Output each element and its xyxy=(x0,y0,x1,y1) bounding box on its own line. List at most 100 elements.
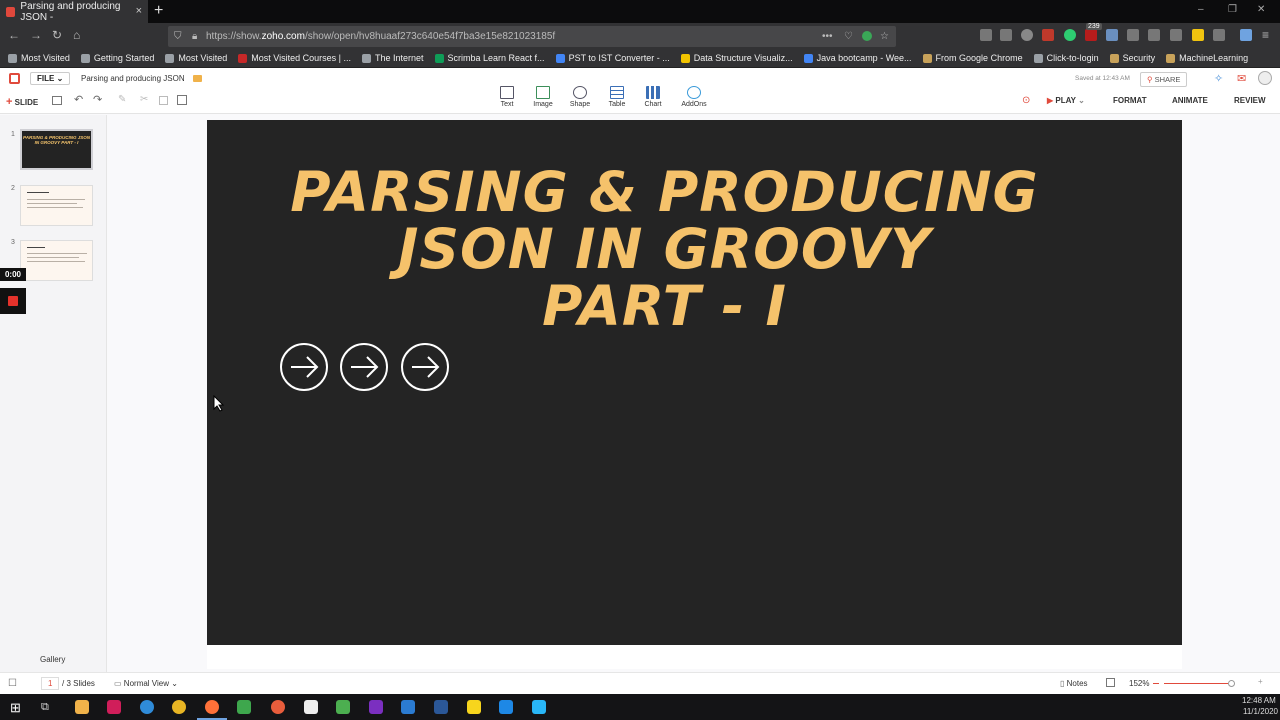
new-tab-button[interactable]: + xyxy=(154,2,163,20)
edge-icon[interactable] xyxy=(140,700,154,714)
back-icon[interactable]: ← xyxy=(8,28,20,42)
close-window-button[interactable]: ✕ xyxy=(1257,4,1265,15)
vpn-icon[interactable] xyxy=(336,700,350,714)
insert-text-button[interactable]: Text xyxy=(492,86,522,108)
insert-chart-button[interactable]: Chart xyxy=(638,86,668,108)
paste-icon[interactable] xyxy=(177,95,187,105)
tab-format[interactable]: FORMAT xyxy=(1113,96,1147,105)
sticky-notes-icon[interactable] xyxy=(467,700,481,714)
fit-screen-icon[interactable] xyxy=(1106,678,1115,687)
stop-recording-button[interactable] xyxy=(0,288,26,314)
adblock-icon[interactable] xyxy=(1085,29,1097,41)
bookmark-item[interactable]: PST to IST Converter - ... xyxy=(555,53,670,63)
notes-ext-icon[interactable] xyxy=(1192,29,1204,41)
insert-addons-button[interactable]: AddOns xyxy=(679,86,709,108)
view-mode-dropdown[interactable]: ▭ Normal View ⌄ xyxy=(114,679,178,688)
bookmark-item[interactable]: Data Structure Visualiz... xyxy=(680,53,793,63)
outlook-icon[interactable] xyxy=(499,700,513,714)
library-icon[interactable] xyxy=(980,29,992,41)
pdf-extension-icon[interactable] xyxy=(1042,29,1054,41)
file-explorer-icon[interactable] xyxy=(75,700,89,714)
slide-thumbnail-2[interactable] xyxy=(20,185,93,226)
copy-icon[interactable] xyxy=(159,96,168,105)
bookmark-item[interactable]: Most Visited xyxy=(165,53,227,63)
home-icon[interactable]: ⌂ xyxy=(73,28,80,42)
share-button[interactable]: ⚲ SHARE xyxy=(1140,72,1188,87)
snip-tool-icon[interactable] xyxy=(532,700,546,714)
chat-icon[interactable]: ☐ xyxy=(8,678,17,689)
reader-ext-icon[interactable] xyxy=(1213,29,1225,41)
zoom-slider[interactable] xyxy=(1164,683,1228,684)
document-title[interactable]: Parsing and producing JSON xyxy=(81,74,185,83)
forward-icon[interactable]: → xyxy=(30,28,42,42)
zoom-slider-handle[interactable] xyxy=(1228,680,1235,687)
restore-window-button[interactable]: ❐ xyxy=(1228,4,1237,15)
layout-icon[interactable] xyxy=(52,96,62,105)
tab-review[interactable]: REVIEW xyxy=(1234,96,1266,105)
gallery-link[interactable]: Gallery xyxy=(40,655,65,664)
page-number-input[interactable]: 1 xyxy=(41,677,60,690)
slide-title[interactable]: PARSING & PRODUCING JSON IN GROOVY PART … xyxy=(207,164,1122,335)
reload-icon[interactable]: ↻ xyxy=(52,28,62,42)
zoho-show-logo-icon[interactable] xyxy=(9,73,20,84)
bookmark-item[interactable]: Most Visited Courses | ... xyxy=(238,53,351,63)
intellij-icon[interactable] xyxy=(107,700,121,714)
windows-start-icon[interactable]: ⊞ xyxy=(10,700,21,716)
firefox-icon[interactable] xyxy=(205,700,219,714)
chrome-icon[interactable] xyxy=(172,700,186,714)
screen-capture-icon[interactable] xyxy=(1148,29,1160,41)
record-icon[interactable]: ⊙ xyxy=(1022,95,1030,106)
bookmark-item[interactable]: Getting Started xyxy=(80,53,154,63)
slide-canvas[interactable]: PARSING & PRODUCING JSON IN GROOVY PART … xyxy=(207,120,1182,645)
terminal-icon[interactable] xyxy=(401,700,415,714)
slide-thumbnail-3[interactable] xyxy=(20,240,93,281)
tab-animate[interactable]: ANIMATE xyxy=(1172,96,1208,105)
taskbar-date[interactable]: 11/1/2020 xyxy=(1243,707,1278,716)
bookmark-item[interactable]: Security xyxy=(1109,53,1155,63)
cut-icon[interactable]: ✂ xyxy=(140,94,148,105)
mail-icon[interactable]: ✉ xyxy=(1237,72,1246,85)
sidebar-icon[interactable] xyxy=(1000,29,1012,41)
taskbar-clock[interactable]: 12:48 AM xyxy=(1242,696,1276,705)
redo-icon[interactable]: ↷ xyxy=(93,93,102,106)
pocket-icon[interactable]: ♡ xyxy=(844,26,853,47)
notion-ext-icon[interactable] xyxy=(1127,29,1139,41)
insert-image-button[interactable]: Image xyxy=(528,86,558,108)
format-painter-icon[interactable]: ✎ xyxy=(118,94,126,105)
browser-tab-active[interactable]: Parsing and producing JSON - × xyxy=(0,0,148,23)
translate-icon[interactable] xyxy=(1106,29,1118,41)
notes-button[interactable]: ▯ Notes xyxy=(1060,679,1088,688)
undo-icon[interactable]: ↶ xyxy=(74,93,83,106)
bookmark-item[interactable]: MachineLearning xyxy=(1166,53,1248,63)
zoom-out-icon[interactable] xyxy=(1153,683,1159,684)
slide-thumbnail-1[interactable]: PARSING & PRODUCING JSON IN GROOVY PART … xyxy=(20,129,93,170)
add-slide-button[interactable]: + SLIDE xyxy=(6,96,38,108)
zoom-level[interactable]: 152% xyxy=(1129,679,1149,688)
postman-icon[interactable] xyxy=(271,700,285,714)
avatar[interactable] xyxy=(1258,71,1272,85)
notion-icon[interactable] xyxy=(304,700,318,714)
bookmark-item[interactable]: Most Visited xyxy=(8,53,70,63)
word-icon[interactable] xyxy=(434,700,448,714)
bookmark-item[interactable]: Java bootcamp - Wee... xyxy=(803,53,912,63)
magic-icon[interactable]: ✧ xyxy=(1214,72,1223,85)
notes-area[interactable] xyxy=(207,645,1182,669)
file-menu[interactable]: FILE ⌄ xyxy=(30,72,71,85)
bookmark-item[interactable]: Scrimba Learn React f... xyxy=(434,53,545,63)
folder-icon[interactable] xyxy=(193,75,202,82)
menu-icon[interactable]: ≡ xyxy=(1262,28,1269,42)
account-icon[interactable] xyxy=(1021,29,1033,41)
insert-table-button[interactable]: Table xyxy=(602,86,632,108)
android-studio-icon[interactable] xyxy=(237,700,251,714)
tab-close-icon[interactable]: × xyxy=(136,5,142,17)
play-button[interactable]: ▶ PLAY ⌄ xyxy=(1047,96,1085,105)
insert-shape-button[interactable]: Shape xyxy=(565,86,595,108)
extensions-icon[interactable] xyxy=(1240,29,1252,41)
onenote-icon[interactable] xyxy=(369,700,383,714)
bookmark-item[interactable]: Click-to-login xyxy=(1033,53,1099,63)
grid-ext-icon[interactable] xyxy=(1170,29,1182,41)
bookmark-star-icon[interactable]: ☆ xyxy=(880,26,889,47)
minimize-window-button[interactable]: – xyxy=(1198,4,1204,15)
grammarly-icon[interactable] xyxy=(862,31,872,41)
bookmark-item[interactable]: From Google Chrome xyxy=(922,53,1023,63)
